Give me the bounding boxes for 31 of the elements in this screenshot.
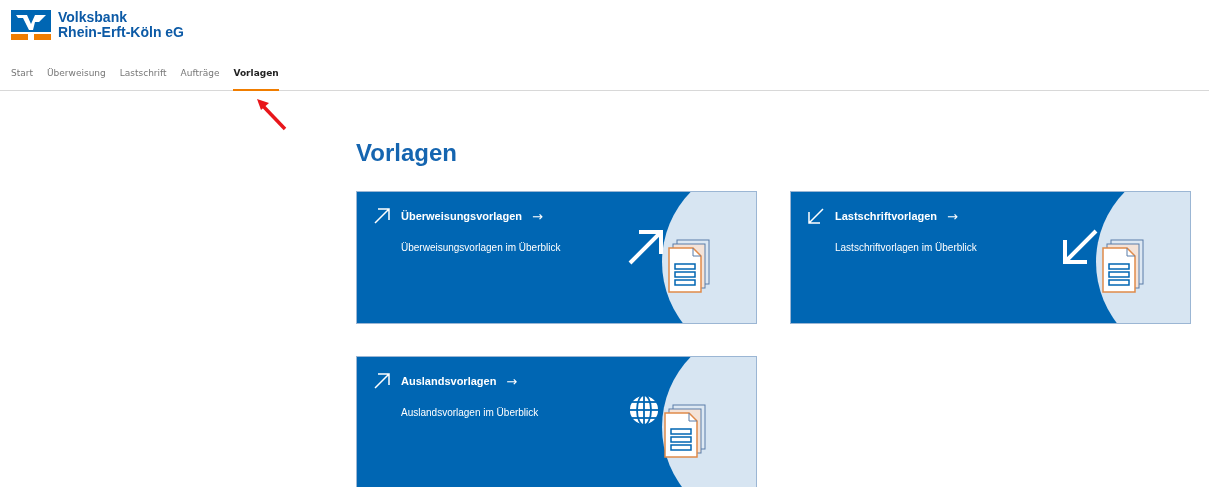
arrow-glyph: → — [532, 208, 543, 224]
globe-icon — [627, 393, 661, 427]
card-title[interactable]: Überweisungsvorlagen — [401, 210, 523, 222]
arrow-up-right-icon — [627, 228, 665, 266]
card-title[interactable]: Auslandsvorlagen — [401, 375, 497, 387]
document-stack-icon — [1101, 238, 1145, 294]
document-stack-icon — [663, 403, 707, 459]
page-title: Vorlagen — [356, 139, 458, 167]
card-subtitle: Lastschriftvorlagen im Überblick — [835, 242, 977, 253]
template-card[interactable]: Überweisungsvorlagen → Überweisungsvorlagen im Überblick — [356, 191, 757, 324]
template-card[interactable]: Lastschriftvorlagen → Lastschriftvorlagen im Überblick — [790, 191, 1191, 324]
bank-name: Volksbank — [58, 10, 128, 25]
card-subtitle: Überweisungsvorlagen im Überblick — [401, 242, 561, 253]
bank-logo-icon — [11, 10, 51, 40]
nav-tab[interactable]: Lastschrift — [119, 57, 167, 91]
nav-tab[interactable]: Aufträge — [180, 57, 220, 91]
bank-name: Rhein-Erft-Köln eG — [58, 25, 184, 40]
nav-tab[interactable]: Start — [11, 57, 33, 91]
arrow-down-left-icon — [1061, 228, 1099, 266]
nav-tab[interactable]: Vorlagen — [233, 57, 279, 91]
arrow-down-left-icon — [807, 207, 825, 225]
arrow-up-right-icon — [373, 207, 391, 225]
nav-tab[interactable]: Überweisung — [47, 57, 106, 91]
arrow-glyph: → — [947, 208, 958, 224]
arrow-up-right-icon — [373, 372, 391, 390]
arrow-glyph: → — [506, 373, 518, 389]
template-card[interactable]: Auslandsvorlagen → Auslandsvorlagen im Überblick — [356, 356, 757, 487]
card-title[interactable]: Lastschriftvorlagen — [835, 210, 938, 222]
annotation-arrow — [255, 97, 289, 133]
document-stack-icon — [667, 238, 711, 294]
card-subtitle: Auslandsvorlagen im Überblick — [401, 407, 539, 418]
